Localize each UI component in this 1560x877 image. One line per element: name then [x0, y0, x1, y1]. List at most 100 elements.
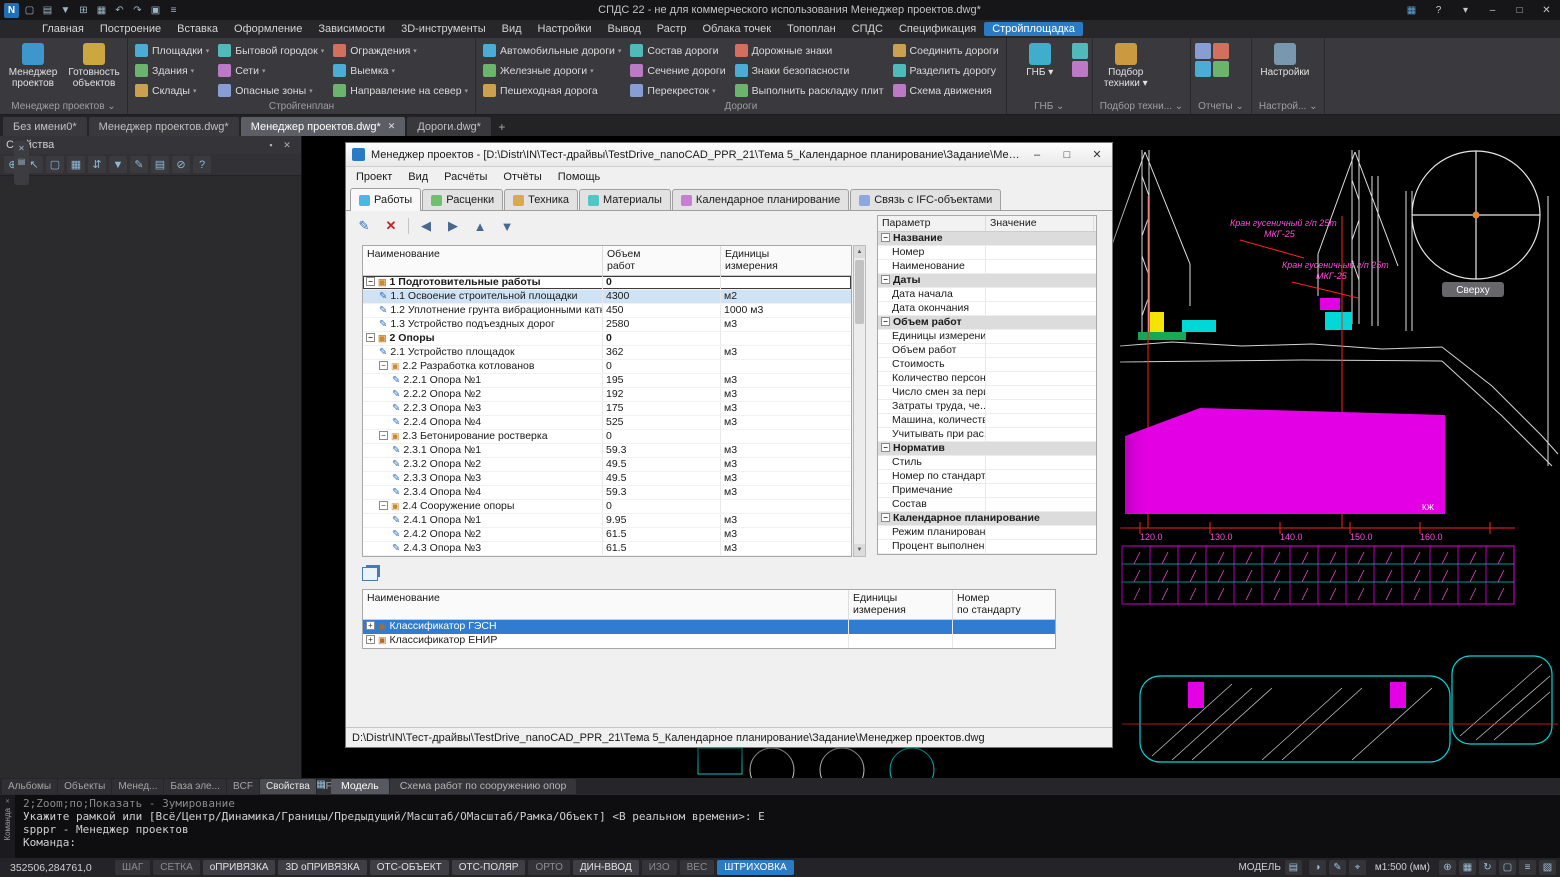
param-value[interactable]	[986, 344, 1096, 357]
menu-tab[interactable]: Растр	[649, 22, 695, 36]
classifier-row[interactable]: +▣Классификатор ГЭСН	[363, 620, 1055, 634]
param-section-row[interactable]: −Объем работ	[878, 316, 1096, 330]
table-row[interactable]: −▣2 Опоры0	[363, 332, 851, 346]
menu-tab[interactable]: Облака точек	[695, 22, 780, 36]
new-file-icon[interactable]: ▢	[22, 3, 37, 18]
table-row[interactable]: ✎2.4.2 Опора №261.5м3	[363, 528, 851, 542]
ribbon-group-label[interactable]: Стройгенплан	[131, 100, 472, 114]
param-value[interactable]	[986, 470, 1096, 483]
param-value[interactable]	[986, 526, 1096, 539]
dialog-maximize-button[interactable]: □	[1052, 143, 1082, 166]
pin-icon[interactable]: ▪	[263, 140, 279, 150]
table-row[interactable]: ✎2.2.3 Опора №3175м3	[363, 402, 851, 416]
document-tab[interactable]: Дороги.dwg*	[407, 117, 491, 136]
param-value[interactable]	[986, 302, 1096, 315]
scroll-down-icon[interactable]: ▼	[854, 544, 865, 556]
ribbon-group-label[interactable]: Менеджер проектов ⌄	[3, 100, 124, 114]
model-tab[interactable]: Модель	[331, 779, 389, 794]
param-row[interactable]: Машина, количеств...	[878, 414, 1096, 428]
print-icon[interactable]: ▦	[94, 3, 109, 18]
workspace-icon[interactable]: ▣	[148, 3, 163, 18]
menu-tab[interactable]: СПДС	[844, 22, 891, 36]
param-section-row[interactable]: −Норматив	[878, 442, 1096, 456]
param-value[interactable]	[986, 358, 1096, 371]
document-tab[interactable]: Менеджер проектов.dwg*✕	[241, 117, 406, 136]
scale-indicator[interactable]: м1:500 (мм)	[1369, 862, 1436, 873]
table-row[interactable]: ✎2.2.2 Опора №2192м3	[363, 388, 851, 402]
model-space-indicator[interactable]: МОДЕЛЬ ▤	[1234, 860, 1305, 875]
table-row[interactable]: ✎2.3.1 Опора №159.3м3	[363, 444, 851, 458]
panel-tab-manager[interactable]: Менед...	[112, 779, 163, 794]
ribbon-button-road-section[interactable]: Сечение дороги	[627, 61, 728, 80]
dialog-close-button[interactable]: ✕	[1082, 143, 1112, 166]
status-toggle-hatch[interactable]: ШТРИХОВКА	[717, 860, 793, 875]
ribbon-button-join-roads[interactable]: Соединить дороги	[890, 41, 1002, 60]
menu-tab[interactable]: Построение	[92, 22, 169, 36]
ribbon-button-gnb[interactable]: ГНБ ▾	[1011, 41, 1069, 80]
table-row[interactable]: −▣1 Подготовительные работы0	[363, 276, 851, 290]
titlebar-menu-icon[interactable]: ▾	[1452, 0, 1479, 20]
param-value[interactable]	[986, 330, 1096, 343]
ribbon-tool-button-icon[interactable]	[1213, 43, 1229, 59]
works-scrollbar[interactable]: ▲ ▼	[853, 245, 866, 557]
tab-equipment[interactable]: Техника	[504, 189, 578, 210]
refresh-icon[interactable]: ↻	[1479, 860, 1496, 875]
annotation-icon[interactable]: ✎	[1329, 860, 1346, 875]
param-value[interactable]	[986, 540, 1096, 553]
ribbon-button-sites[interactable]: Площадки▾	[132, 41, 212, 60]
param-row[interactable]: Режим планирования	[878, 526, 1096, 540]
menu-tab[interactable]: Спецификация	[891, 22, 984, 36]
menu-tab[interactable]: Топоплан	[779, 22, 844, 36]
command-panel-strip[interactable]: ✕ Команда	[0, 795, 15, 858]
ribbon-button-road-structure[interactable]: Состав дороги	[627, 41, 728, 60]
menu-tab[interactable]: Оформление	[226, 22, 310, 36]
menu-tab[interactable]: Настройки	[530, 22, 600, 36]
workspace-settings-icon[interactable]: ≡	[1519, 860, 1536, 875]
status-toggle-lineweight[interactable]: ВЕС	[680, 860, 715, 875]
edit-work-icon[interactable]: ✎	[354, 216, 374, 236]
table-row[interactable]: ✎1.1 Освоение строительной площадки4300м…	[363, 290, 851, 304]
ribbon-group-label[interactable]: Настрой... ⌄	[1255, 100, 1322, 114]
expander-icon[interactable]: −	[881, 317, 890, 326]
ribbon-group-label[interactable]: ГНБ ⌄	[1010, 100, 1089, 114]
close-icon[interactable]: ✕	[1533, 0, 1560, 20]
expander-icon[interactable]: +	[366, 621, 375, 630]
expander-icon[interactable]: −	[379, 501, 388, 510]
grid-select-icon[interactable]: ▦	[67, 156, 85, 173]
ribbon-tool-button-icon[interactable]	[1195, 43, 1211, 59]
ribbon-button-footpath[interactable]: Пешеходная дорога	[480, 81, 624, 100]
panel-tab-objects[interactable]: Объекты	[58, 779, 111, 794]
ribbon-button-safety-signs[interactable]: Знаки безопасности	[732, 61, 887, 80]
param-value[interactable]	[986, 456, 1096, 469]
table-row[interactable]: ✎2.1 Устройство площадок362м3	[363, 346, 851, 360]
expander-icon[interactable]: −	[379, 361, 388, 370]
collapsed-panel-strip[interactable]: ✕ ▤	[14, 141, 29, 185]
param-row[interactable]: Объем работ	[878, 344, 1096, 358]
brightness-icon[interactable]: ◑	[1309, 860, 1326, 875]
menu-tab[interactable]: 3D-инструменты	[393, 22, 494, 36]
status-toggle-osnap-3d[interactable]: 3D оПРИВЯЗКА	[278, 860, 366, 875]
status-toggle-snap-step[interactable]: ШАГ	[115, 860, 150, 875]
model-grid-icon[interactable]: ▦	[312, 779, 330, 793]
move-up-icon[interactable]: ▲	[470, 216, 490, 236]
document-tab[interactable]: Менеджер проектов.dwg*	[89, 117, 239, 136]
close-command-icon[interactable]: ✕	[5, 797, 9, 805]
param-row[interactable]: Состав	[878, 498, 1096, 512]
ribbon-button-settings[interactable]: Настройки	[1256, 41, 1314, 80]
view-compass[interactable]	[1412, 151, 1540, 279]
collapse-icon[interactable]: ✕	[18, 144, 25, 153]
screen-tiles-icon[interactable]: ▦	[1398, 0, 1425, 20]
ribbon-button-plate-layout[interactable]: Выполнить раскладку плит	[732, 81, 887, 100]
expander-icon[interactable]: −	[366, 277, 375, 286]
menu-tab[interactable]: Вид	[494, 22, 530, 36]
param-section-row[interactable]: −Даты	[878, 274, 1096, 288]
ribbon-button-site-camp[interactable]: Бытовой городок▾	[215, 41, 327, 60]
save-icon[interactable]: ▼	[58, 3, 73, 18]
help-icon[interactable]: ?	[193, 156, 211, 173]
ribbon-group-label[interactable]: Дороги	[479, 100, 1003, 114]
ribbon-button-road-signs[interactable]: Дорожные знаки	[732, 41, 887, 60]
status-toggle-otrack-polar[interactable]: ОТС-ПОЛЯР	[452, 860, 526, 875]
ribbon-button-warehouses[interactable]: Склады▾	[132, 81, 212, 100]
param-section-row[interactable]: −Календарное планирование	[878, 512, 1096, 526]
param-value[interactable]	[986, 372, 1096, 385]
